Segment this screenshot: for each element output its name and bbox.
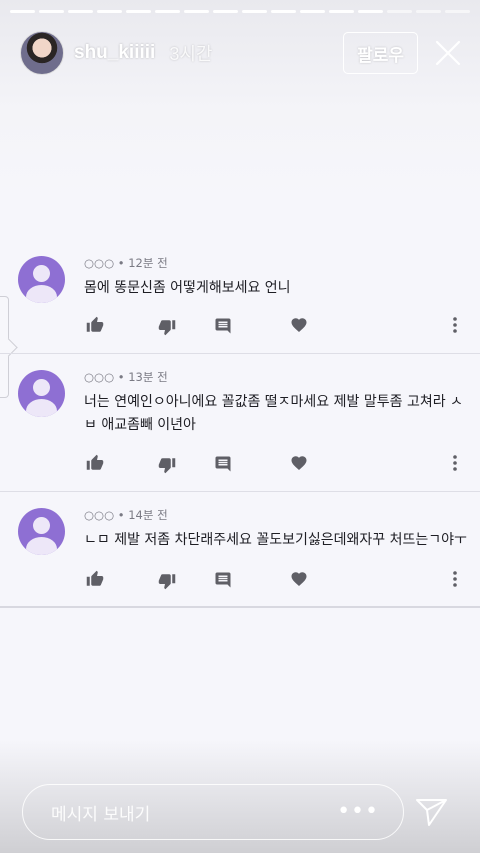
comment-actions	[84, 452, 466, 474]
progress-segment	[300, 10, 325, 13]
close-icon	[435, 40, 461, 66]
comment-actions	[84, 568, 466, 590]
comment-item: ○○○ • 12분 전 몸에 똥문신좀 어떻게해보세요 언니	[0, 240, 480, 354]
like-button[interactable]	[84, 452, 106, 474]
send-button[interactable]	[412, 794, 452, 830]
reply-icon	[215, 572, 231, 588]
username[interactable]: shu_kiiiii	[74, 42, 155, 64]
comment-meta: ○○○ • 13분 전	[84, 370, 168, 384]
commenter-avatar[interactable]	[18, 508, 65, 555]
comment-meta: ○○○ • 14분 전	[84, 508, 168, 522]
progress-segment	[184, 10, 209, 13]
comment-text: 너는 연예인ㅇ아니에요 꼴값좀 떨ㅈ마세요 제발 말투좀 고쳐라 ㅅㅂ 애교좀빼…	[84, 394, 463, 433]
more-vertical-icon	[453, 317, 457, 333]
more-vertical-icon	[453, 571, 457, 587]
commenter-avatar[interactable]	[18, 370, 65, 417]
post-time: 3시간	[169, 44, 213, 64]
more-options-button[interactable]	[444, 314, 466, 336]
reply-button[interactable]	[212, 453, 234, 475]
more-vertical-icon	[453, 455, 457, 471]
progress-segment	[445, 10, 470, 13]
progress-segment	[155, 10, 180, 13]
dislike-button[interactable]	[156, 570, 178, 592]
more-options-button[interactable]	[444, 452, 466, 474]
progress-segment	[39, 10, 64, 13]
heart-button[interactable]	[288, 314, 310, 336]
story-viewer: shu_kiiiii 3시간 팔로우 ○○○ • 12분 전 몸에 똥문신좀 어…	[0, 0, 480, 853]
thumbs-up-icon	[86, 316, 104, 332]
progress-segment	[97, 10, 122, 13]
progress-segment	[358, 10, 383, 13]
heart-icon	[291, 318, 307, 333]
more-options-button[interactable]	[444, 568, 466, 590]
heart-button[interactable]	[288, 452, 310, 474]
comment-list: ○○○ • 12분 전 몸에 똥문신좀 어떻게해보세요 언니 ○○○ • 13분…	[0, 240, 480, 608]
dislike-button[interactable]	[156, 316, 178, 338]
thumbs-up-icon	[86, 570, 104, 586]
story-progress-bar	[10, 10, 470, 13]
reply-button[interactable]	[212, 315, 234, 337]
comment-item: ○○○ • 13분 전 너는 연예인ㅇ아니에요 꼴값좀 떨ㅈ마세요 제발 말투좀…	[0, 354, 480, 492]
story-header: shu_kiiiii 3시간 팔로우	[20, 30, 466, 76]
comment-text: 몸에 똥문신좀 어떻게해보세요 언니	[84, 280, 291, 296]
like-button[interactable]	[84, 314, 106, 336]
profile-avatar[interactable]	[20, 31, 64, 75]
comment-item: ○○○ • 14분 전 ㄴㅁ 제발 저좀 차단래주세요 꼴도보기싫은데왜자꾸 처…	[0, 492, 480, 608]
comment-meta: ○○○ • 12분 전	[84, 256, 168, 270]
message-input[interactable]: 메시지 보내기 •••	[22, 784, 404, 840]
reply-icon	[215, 318, 231, 334]
comment-text: ㄴㅁ 제발 저좀 차단래주세요 꼴도보기싫은데왜자꾸 처뜨는ㄱ야ㅜ	[84, 532, 467, 548]
comment-actions	[84, 314, 466, 336]
message-placeholder: 메시지 보내기	[51, 804, 151, 825]
reply-icon	[215, 456, 231, 472]
progress-segment	[68, 10, 93, 13]
dislike-button[interactable]	[156, 454, 178, 476]
progress-segment	[213, 10, 238, 13]
follow-button[interactable]: 팔로우	[343, 32, 418, 74]
heart-icon	[291, 572, 307, 587]
progress-segment	[329, 10, 354, 13]
heart-icon	[291, 456, 307, 471]
thumbs-up-icon	[86, 454, 104, 470]
progress-segment	[271, 10, 296, 13]
progress-segment	[10, 10, 35, 13]
thumbs-down-icon	[158, 574, 176, 590]
more-options-icon[interactable]: •••	[337, 801, 379, 823]
progress-segment	[242, 10, 267, 13]
reply-button[interactable]	[212, 569, 234, 591]
progress-segment	[387, 10, 412, 13]
progress-segment	[416, 10, 441, 13]
progress-segment	[126, 10, 151, 13]
thumbs-down-icon	[158, 458, 176, 474]
close-button[interactable]	[430, 35, 466, 71]
commenter-avatar[interactable]	[18, 256, 65, 303]
send-icon	[416, 799, 447, 826]
thumbs-down-icon	[158, 320, 176, 336]
like-button[interactable]	[84, 568, 106, 590]
heart-button[interactable]	[288, 568, 310, 590]
